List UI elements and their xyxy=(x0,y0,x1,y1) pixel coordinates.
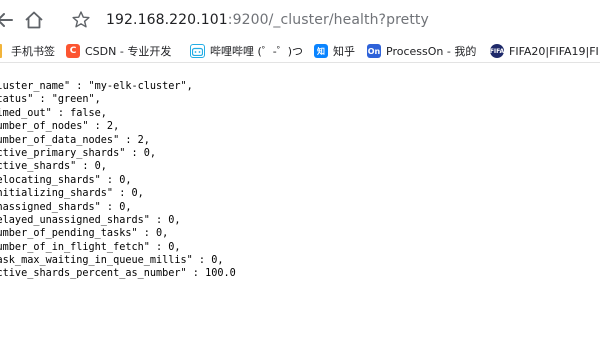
address-bar[interactable]: 192.168.220.101:9200/_cluster/health?pre… xyxy=(106,12,429,28)
json-line-cluster-name: "cluster_name" : "my-elk-cluster", xyxy=(0,81,193,92)
bilibili-logo-icon xyxy=(190,44,205,58)
json-line-initializing-shards: "initializing_shards" : 0, xyxy=(0,188,144,200)
zhihu-logo-icon: 知 xyxy=(314,44,328,58)
json-line-in-flight-fetch: "number_of_in_flight_fetch" : 0, xyxy=(0,241,181,253)
json-line-active-shards-percent: "active_shards_percent_as_number" : 100.… xyxy=(0,268,236,280)
json-line-delayed-unassigned-shards: "delayed_unassigned_shards" : 0, xyxy=(0,214,181,226)
json-line-active-shards: "active_shards" : 0, xyxy=(0,161,107,173)
url-path: :9200/_cluster/health?pretty xyxy=(227,12,429,28)
json-line-timed-out: "timed_out" : false, xyxy=(0,107,107,119)
bookmark-label: FIFA20|FIFA19|FI xyxy=(509,44,599,58)
bookmarks-bar: 手机书签 C CSDN - 专业开发 哔哩哔哩 (゜-゜)つ 知 知乎 On P… xyxy=(0,40,600,63)
folder-icon xyxy=(0,44,2,58)
bookmark-label: 知乎 xyxy=(333,45,355,58)
json-line-unassigned-shards: "unassigned_shards" : 0, xyxy=(0,201,132,213)
back-arrow-icon[interactable] xyxy=(0,9,16,31)
bookmark-label: 哔哩哔哩 (゜-゜)つ xyxy=(210,45,304,58)
json-line-number-of-data-nodes: "number_of_data_nodes" : 2, xyxy=(0,134,150,146)
json-line-number-of-nodes: "number_of_nodes" : 2, xyxy=(0,121,120,133)
json-line-active-primary-shards: "active_primary_shards" : 0, xyxy=(0,147,157,159)
url-host: 192.168.220.101 xyxy=(106,12,228,28)
processon-logo-icon: On xyxy=(367,44,381,58)
bookmark-zhihu[interactable]: 知 知乎 xyxy=(314,42,355,60)
json-line-pending-tasks: "number_of_pending_tasks" : 0, xyxy=(0,228,169,240)
bookmark-processon[interactable]: On ProcessOn - 我的 xyxy=(367,42,476,60)
bookmark-label: ProcessOn - 我的 xyxy=(386,45,477,58)
browser-toolbar: 192.168.220.101:9200/_cluster/health?pre… xyxy=(0,0,600,40)
bookmark-mobile-bookmarks[interactable]: 手机书签 xyxy=(0,42,55,60)
bookmark-label: CSDN - 专业开发 xyxy=(85,45,172,58)
bookmark-label: 手机书签 xyxy=(11,45,55,58)
csdn-logo-icon: C xyxy=(66,44,80,58)
fifa-logo-icon: FIFA xyxy=(490,44,504,58)
bookmark-csdn[interactable]: C CSDN - 专业开发 xyxy=(66,42,171,60)
star-icon[interactable] xyxy=(71,10,91,30)
json-line-relocating-shards: "relocating_shards" : 0, xyxy=(0,174,132,186)
bookmark-bilibili[interactable]: 哔哩哔哩 (゜-゜)つ xyxy=(190,42,303,60)
home-icon[interactable] xyxy=(23,9,45,31)
json-response: "cluster_name" : "my-elk-cluster", "stat… xyxy=(0,80,236,281)
json-line-status: "status" : "green", xyxy=(0,94,101,106)
bookmark-fifa[interactable]: FIFA FIFA20|FIFA19|FI xyxy=(490,42,599,60)
json-line-task-max-waiting: "task_max_waiting_in_queue_millis" : 0, xyxy=(0,255,224,267)
